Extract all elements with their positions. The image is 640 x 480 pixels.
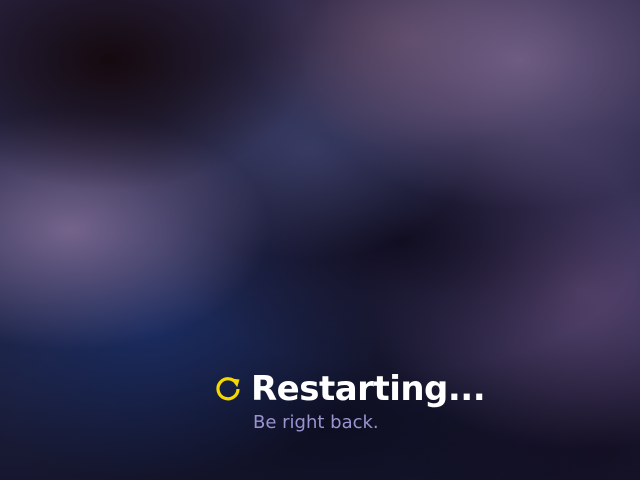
refresh-icon xyxy=(213,374,243,404)
restart-status: Restarting... Be right back. xyxy=(213,366,533,436)
restart-title: Restarting... xyxy=(251,369,486,409)
restart-subtitle: Be right back. xyxy=(253,412,379,433)
